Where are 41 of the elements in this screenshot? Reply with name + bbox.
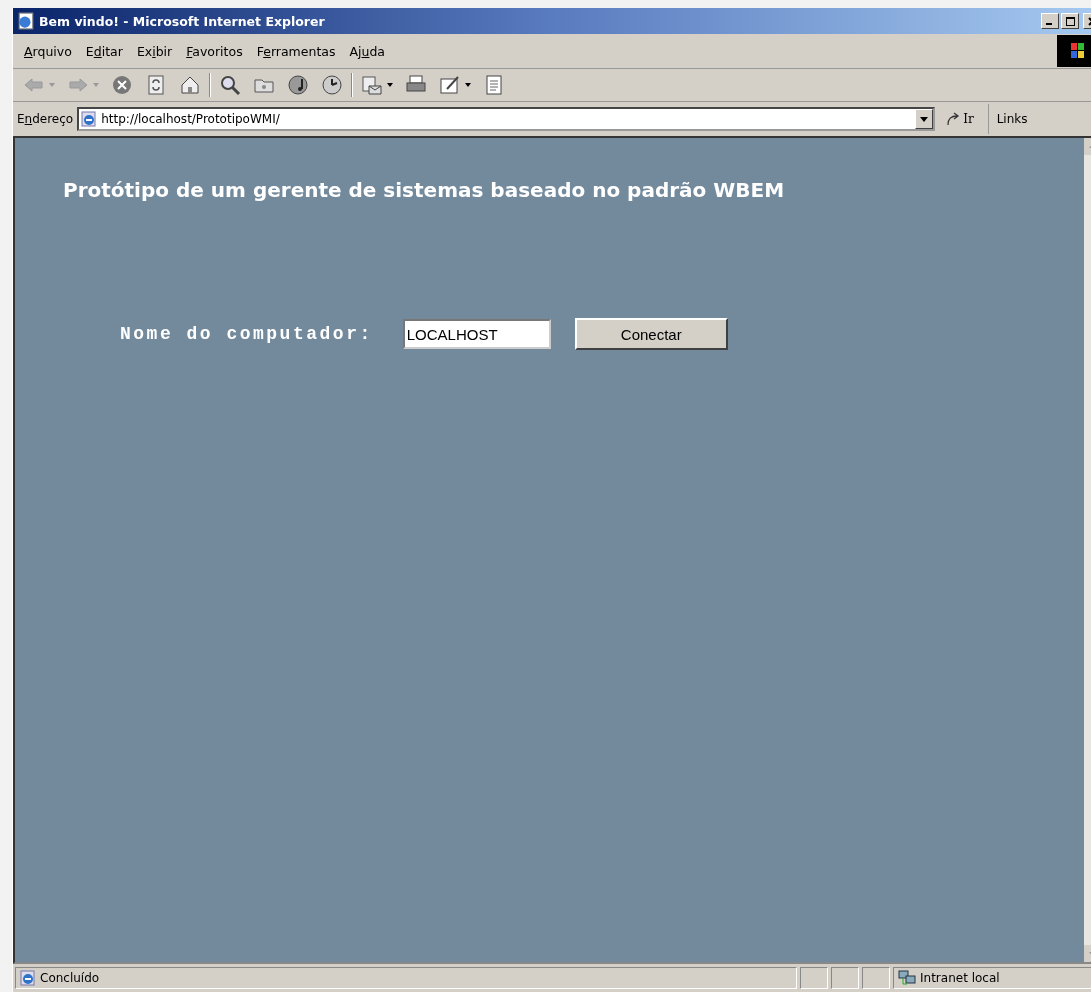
status-text: Concluído (40, 971, 100, 985)
menu-item[interactable]: Favoritos (179, 41, 250, 61)
computer-name-field[interactable]: LOCALHOST (402, 319, 551, 349)
field-label: Nome do computador: (120, 324, 373, 344)
status-pane (862, 967, 890, 989)
menu-item[interactable]: Ajuda (342, 41, 393, 61)
page-icon (20, 970, 36, 986)
zone-text: Intranet local (920, 971, 1000, 985)
menu-item[interactable]: Exibir (129, 41, 180, 61)
caret-icon (920, 116, 929, 122)
dropdown-button[interactable] (915, 109, 934, 129)
stop-icon[interactable] (111, 74, 133, 96)
status-pane (800, 967, 828, 989)
dropdown-arrow-icon[interactable] (387, 83, 393, 87)
maximize-icon (1065, 16, 1075, 26)
status-pane (831, 967, 859, 989)
minimize-button[interactable] (1041, 13, 1059, 29)
page-icon (81, 111, 98, 127)
media-globe-icon[interactable] (287, 74, 309, 96)
refresh-icon[interactable] (145, 74, 167, 96)
history-clock-icon[interactable] (321, 74, 343, 96)
menu-item[interactable]: Ferramentas (249, 41, 343, 61)
menu-item[interactable]: Arquivo (17, 41, 79, 61)
dropdown-arrow-icon[interactable] (465, 83, 471, 87)
search-icon[interactable] (219, 74, 241, 96)
edit-icon[interactable] (439, 74, 461, 96)
network-icon (898, 970, 916, 986)
window-title: Bem vindo! - Microsoft Internet Explorer (39, 13, 325, 29)
address-field[interactable]: http://localhost/PrototipoWMI/ (77, 107, 936, 131)
document-icon[interactable] (483, 74, 505, 96)
windows-logo-icon (1057, 35, 1091, 67)
maximize-button[interactable] (1061, 13, 1079, 29)
page-heading: Protótipo de um gerente de sistemas baseado no padrão WBEM (63, 178, 785, 202)
connect-button[interactable]: Conectar (574, 318, 728, 350)
home-icon[interactable] (179, 74, 201, 96)
address-label: Endereço (17, 112, 74, 126)
browser-icon (17, 12, 35, 30)
links-button[interactable]: Links (992, 112, 1032, 126)
menu-item[interactable]: Editar (78, 41, 130, 61)
go-button[interactable]: Ir (939, 104, 989, 134)
mail-icon[interactable] (361, 74, 383, 96)
